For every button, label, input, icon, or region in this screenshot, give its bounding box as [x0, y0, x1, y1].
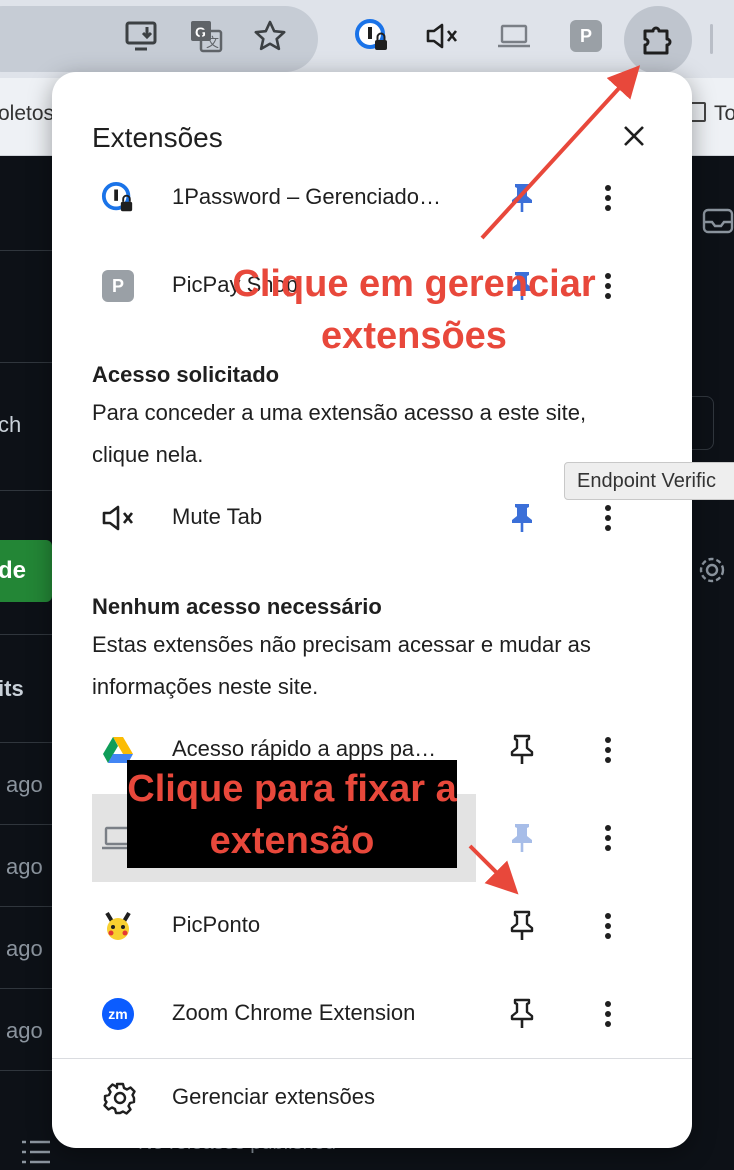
- commits-label: its: [0, 676, 24, 701]
- extension-name: PicPonto: [172, 912, 261, 937]
- endpoint-tooltip: Endpoint Verific: [564, 462, 734, 500]
- divider: [0, 906, 60, 907]
- extensions-popup: Extensões 1Password – Gerenciado… P PicP…: [52, 72, 692, 1148]
- pin-filled-icon[interactable]: [504, 180, 540, 216]
- more-options-icon[interactable]: [590, 500, 626, 536]
- mute-icon: [100, 500, 136, 536]
- pin-outline-icon[interactable]: [504, 908, 540, 944]
- more-options-icon[interactable]: [590, 908, 626, 944]
- extension-name: Mute Tab: [172, 504, 263, 529]
- divider: [0, 824, 60, 825]
- more-options-icon[interactable]: [590, 996, 626, 1032]
- mute-toolbar-icon[interactable]: [422, 16, 462, 56]
- translate-icon[interactable]: G文: [186, 16, 226, 56]
- more-options-icon[interactable]: [590, 820, 626, 856]
- bookmark-item-right[interactable]: To: [714, 102, 734, 126]
- onepassword-icon: [100, 180, 136, 216]
- extension-row-1password[interactable]: 1Password – Gerenciado…: [52, 154, 692, 242]
- divider: [0, 634, 60, 635]
- extension-name: Acesso rápido a apps pa…: [172, 736, 437, 761]
- list-icon: [20, 1138, 52, 1166]
- extension-row-zoom[interactable]: zm Zoom Chrome Extension: [52, 970, 692, 1058]
- divider: [0, 250, 60, 251]
- search-box-edge[interactable]: [690, 396, 714, 450]
- close-icon: [624, 126, 644, 146]
- divider: [0, 490, 60, 491]
- more-options-icon[interactable]: [590, 732, 626, 768]
- section-heading-access-requested: Acesso solicitado: [92, 362, 280, 387]
- divider: [0, 362, 60, 363]
- popup-divider: [52, 1058, 692, 1059]
- divider: [0, 742, 60, 743]
- time-ago: ago: [6, 936, 43, 961]
- onepassword-toolbar-icon[interactable]: [352, 16, 392, 56]
- extension-name: Zoom Chrome Extension: [172, 1000, 416, 1025]
- annotation-manage-extensions: Clique em gerenciar extensões: [232, 263, 596, 357]
- picpay-toolbar-icon[interactable]: P: [566, 16, 606, 56]
- settings-gear-icon[interactable]: [696, 554, 728, 586]
- extension-row-picponto[interactable]: PicPonto: [52, 882, 692, 970]
- extension-row-endpoint-actions: [476, 794, 692, 882]
- zoom-logo: zm: [102, 998, 134, 1030]
- section-description: Para conceder a uma extensão acesso a es…: [92, 400, 587, 467]
- annotation-pin-extension: Clique para fixar a extensão: [127, 760, 457, 868]
- section-heading-no-access: Nenhum acesso necessário: [92, 594, 382, 619]
- close-button[interactable]: [616, 118, 652, 154]
- browser-toolbar: G文 P: [0, 0, 734, 78]
- pin-outline-icon[interactable]: [504, 996, 540, 1032]
- code-button[interactable]: de: [0, 540, 52, 602]
- inbox-icon[interactable]: [700, 204, 734, 238]
- pin-filled-icon[interactable]: [504, 820, 540, 856]
- manage-extensions-button[interactable]: Gerenciar extensões: [52, 1062, 692, 1144]
- install-app-icon[interactable]: [122, 16, 162, 56]
- bookmark-folder-icon: [690, 102, 706, 122]
- time-ago: ago: [6, 854, 43, 879]
- popup-title: Extensões: [92, 122, 223, 153]
- time-ago: ago: [6, 772, 43, 797]
- search-label: ch: [0, 412, 22, 437]
- extension-name: 1Password – Gerenciado…: [172, 184, 442, 209]
- bookmark-item-left[interactable]: oletos: [0, 102, 54, 126]
- code-button-label: de: [0, 557, 27, 584]
- picpay-logo: P: [570, 20, 602, 52]
- toolbar-separator: [710, 24, 713, 54]
- bookmark-star-icon[interactable]: [250, 16, 290, 56]
- divider: [0, 1070, 60, 1071]
- pin-outline-icon[interactable]: [504, 732, 540, 768]
- gear-icon: [100, 1078, 140, 1118]
- zoom-icon: zm: [100, 996, 136, 1032]
- picpay-logo: P: [102, 270, 134, 302]
- pin-filled-icon[interactable]: [504, 500, 540, 536]
- section-description: Estas extensões não precisam acessar e m…: [92, 632, 591, 699]
- manage-extensions-label: Gerenciar extensões: [172, 1084, 375, 1109]
- divider: [0, 988, 60, 989]
- more-options-icon[interactable]: [590, 180, 626, 216]
- extensions-puzzle-button[interactable]: [624, 6, 692, 74]
- time-ago: ago: [6, 1018, 43, 1043]
- laptop-toolbar-icon[interactable]: [494, 16, 534, 56]
- svg-text:文: 文: [206, 35, 219, 50]
- pikachu-icon: [100, 908, 136, 944]
- picpay-icon: P: [100, 268, 136, 304]
